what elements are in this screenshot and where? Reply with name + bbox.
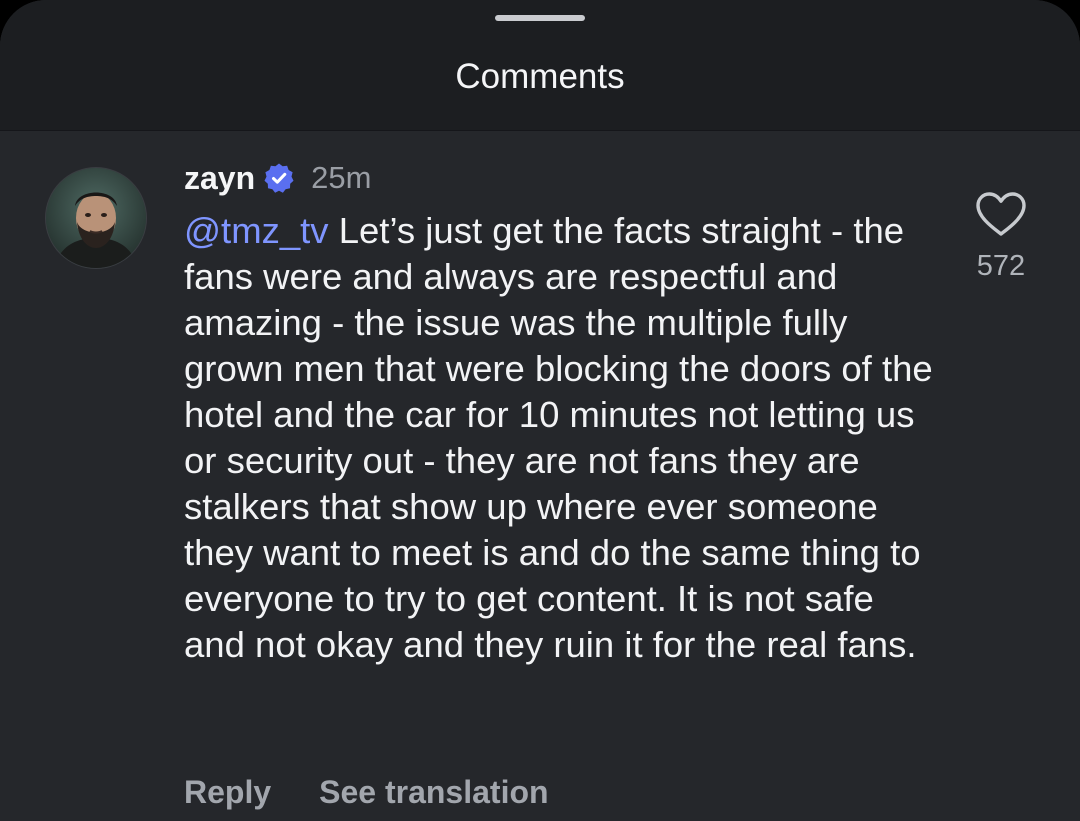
avatar[interactable] — [46, 168, 146, 268]
comment-username[interactable]: zayn — [184, 156, 255, 200]
comments-sheet: Comments zayn 25m @tmz_tv Let’s just get… — [0, 0, 1080, 821]
comment-text: Let’s just get the facts straight - the … — [184, 210, 933, 665]
reply-button[interactable]: Reply — [184, 770, 271, 814]
like-count: 572 — [976, 250, 1026, 282]
avatar-image — [46, 168, 146, 268]
comment-body: @tmz_tv Let’s just get the facts straigh… — [184, 208, 944, 668]
drag-handle[interactable] — [495, 15, 585, 21]
comments-title: Comments — [455, 57, 625, 96]
see-translation-button[interactable]: See translation — [319, 770, 548, 814]
comment-timestamp: 25m — [311, 160, 372, 195]
mention-link[interactable]: @tmz_tv — [184, 210, 329, 251]
comment-actions: Reply See translation — [184, 770, 549, 814]
heart-outline-icon[interactable] — [974, 190, 1028, 238]
comment-header: zayn 25m — [184, 156, 371, 200]
verified-badge-icon — [264, 163, 294, 193]
comments-header: Comments — [0, 0, 1080, 131]
